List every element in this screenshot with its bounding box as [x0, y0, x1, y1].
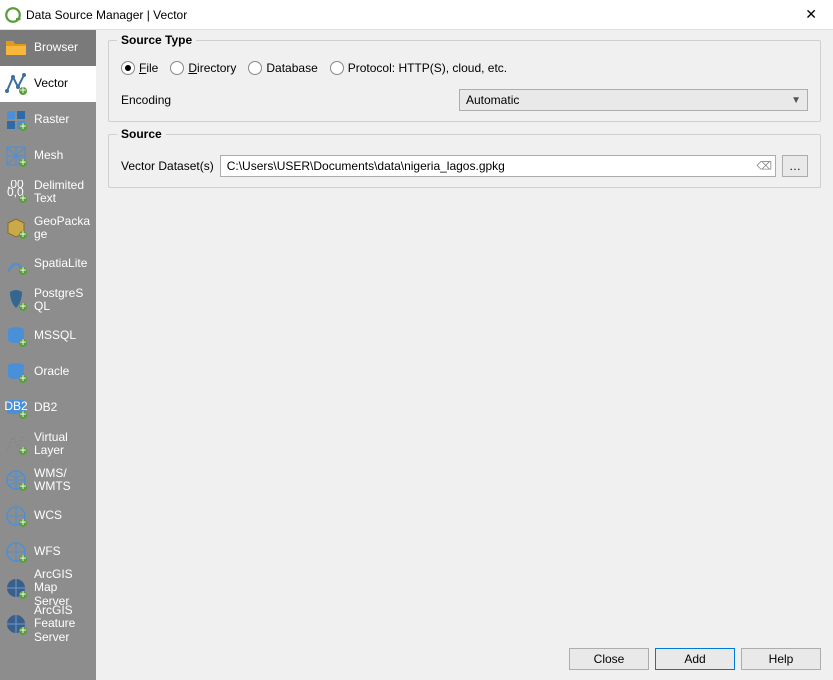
source-type-group: Source Type File Directory Database Prot…: [108, 40, 821, 122]
wfs-icon: +: [4, 540, 28, 564]
svg-text:+: +: [19, 119, 26, 132]
svg-text:+: +: [19, 551, 26, 564]
spatialite-icon: +: [4, 252, 28, 276]
delimited-text-icon: ,000,0+: [4, 180, 28, 204]
encoding-select[interactable]: Automatic ▼: [459, 89, 808, 111]
sidebar-item-oracle[interactable]: + Oracle: [0, 354, 96, 390]
arcgis-feature-icon: +: [4, 612, 28, 636]
source-type-label: Source Type: [117, 33, 196, 47]
svg-text:+: +: [19, 515, 26, 528]
svg-text:+: +: [19, 479, 26, 492]
browse-button[interactable]: …: [782, 155, 808, 177]
radio-directory[interactable]: Directory: [170, 61, 236, 75]
source-group: Source Vector Dataset(s) ⌫ …: [108, 134, 821, 188]
svg-text:+: +: [19, 263, 26, 276]
geopackage-icon: +: [4, 216, 28, 240]
radio-protocol[interactable]: Protocol: HTTP(S), cloud, etc.: [330, 61, 507, 75]
sidebar-item-label: SpatiaLite: [34, 257, 87, 270]
dialog-footer: Close Add Help: [108, 642, 821, 670]
encoding-value: Automatic: [466, 93, 519, 107]
chevron-down-icon: ▼: [791, 95, 801, 106]
add-button[interactable]: Add: [655, 648, 735, 670]
sidebar-item-wfs[interactable]: + WFS: [0, 534, 96, 570]
clear-icon[interactable]: ⌫: [756, 160, 772, 173]
help-button[interactable]: Help: [741, 648, 821, 670]
sidebar-item-vector[interactable]: + Vector: [0, 66, 96, 102]
sidebar-item-delimited-text[interactable]: ,000,0+ Delimited Text: [0, 174, 96, 210]
sidebar-item-label: WFS: [34, 545, 61, 558]
svg-text:+: +: [19, 587, 26, 600]
sidebar-item-mesh[interactable]: + Mesh: [0, 138, 96, 174]
oracle-icon: +: [4, 360, 28, 384]
postgresql-icon: +: [4, 288, 28, 312]
window-title: Data Source Manager | Vector: [26, 8, 187, 22]
svg-text:+: +: [19, 83, 26, 96]
sidebar-item-wms-wmts[interactable]: + WMS/ WMTS: [0, 462, 96, 498]
sidebar-item-label: MSSQL: [34, 329, 76, 342]
dataset-input[interactable]: [220, 155, 776, 177]
sidebar-item-label: DB2: [34, 401, 57, 414]
sidebar-item-arcgis-map[interactable]: + ArcGIS Map Server: [0, 570, 96, 606]
arcgis-map-icon: +: [4, 576, 28, 600]
sidebar-item-label: Vector: [34, 77, 68, 90]
sidebar-item-label: Raster: [34, 113, 69, 126]
sidebar-item-label: WCS: [34, 509, 62, 522]
sidebar-item-label: ArcGIS Map Server: [34, 568, 92, 608]
encoding-label: Encoding: [121, 93, 451, 107]
sidebar-item-label: Browser: [34, 41, 78, 54]
sidebar-item-label: GeoPackage: [34, 215, 92, 241]
sidebar-item-spatialite[interactable]: + SpatiaLite: [0, 246, 96, 282]
svg-text:+: +: [19, 443, 26, 456]
sidebar-item-arcgis-feature[interactable]: + ArcGIS Feature Server: [0, 606, 96, 642]
sidebar-item-label: PostgreSQL: [34, 287, 92, 313]
sidebar-item-label: ArcGIS Feature Server: [34, 604, 92, 644]
titlebar: Data Source Manager | Vector ✕: [0, 0, 833, 30]
svg-text:+: +: [19, 335, 26, 348]
svg-text:+: +: [19, 299, 26, 312]
wcs-icon: +: [4, 504, 28, 528]
sidebar-item-label: Mesh: [34, 149, 63, 162]
sidebar-item-raster[interactable]: + Raster: [0, 102, 96, 138]
svg-text:+: +: [19, 227, 26, 240]
sidebar-item-virtual-layer[interactable]: + Virtual Layer: [0, 426, 96, 462]
sidebar-item-db2[interactable]: DB2+ DB2: [0, 390, 96, 426]
folder-icon: [4, 36, 28, 60]
db2-icon: DB2+: [4, 396, 28, 420]
virtual-layer-icon: +: [4, 432, 28, 456]
sidebar-item-geopackage[interactable]: + GeoPackage: [0, 210, 96, 246]
sidebar: Browser + Vector + Raster + Mesh ,000,0+…: [0, 30, 96, 680]
wms-icon: +: [4, 468, 28, 492]
svg-text:+: +: [19, 371, 26, 384]
dataset-label: Vector Dataset(s): [121, 159, 214, 173]
sidebar-item-browser[interactable]: Browser: [0, 30, 96, 66]
app-icon: [4, 6, 22, 24]
vector-icon: +: [4, 72, 28, 96]
mesh-icon: +: [4, 144, 28, 168]
sidebar-item-label: Delimited Text: [34, 179, 92, 205]
source-label: Source: [117, 127, 166, 141]
svg-text:+: +: [19, 191, 26, 204]
sidebar-item-wcs[interactable]: + WCS: [0, 498, 96, 534]
main-panel: Source Type File Directory Database Prot…: [96, 30, 833, 680]
raster-icon: +: [4, 108, 28, 132]
sidebar-item-postgresql[interactable]: + PostgreSQL: [0, 282, 96, 318]
close-button[interactable]: Close: [569, 648, 649, 670]
sidebar-item-label: Oracle: [34, 365, 69, 378]
sidebar-item-label: WMS/ WMTS: [34, 467, 92, 493]
close-icon[interactable]: ✕: [797, 2, 825, 27]
svg-text:+: +: [19, 407, 26, 420]
svg-text:+: +: [19, 155, 26, 168]
sidebar-item-mssql[interactable]: + MSSQL: [0, 318, 96, 354]
mssql-icon: +: [4, 324, 28, 348]
radio-file[interactable]: File: [121, 61, 158, 75]
svg-text:+: +: [19, 623, 26, 636]
radio-database[interactable]: Database: [248, 61, 317, 75]
sidebar-item-label: Virtual Layer: [34, 431, 92, 457]
